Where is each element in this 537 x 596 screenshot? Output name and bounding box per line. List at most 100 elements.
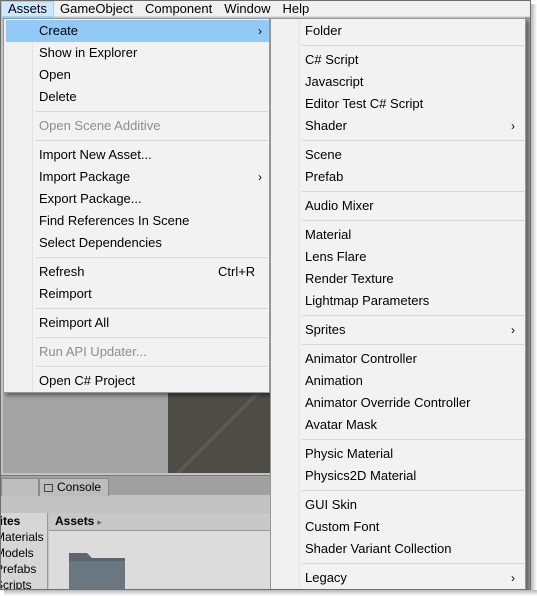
menu-item-find-references[interactable]: Find References In Scene [6, 210, 269, 232]
menu-item-label: Shader Variant Collection [305, 541, 452, 556]
menu-item-label: Import Package [39, 169, 131, 184]
project-tree-item-prefabs[interactable]: Prefabs [1, 561, 47, 577]
menu-item-delete[interactable]: Delete [6, 86, 269, 108]
create-item-shader-variant-collection[interactable]: Shader Variant Collection [273, 538, 525, 560]
menu-item-label: Refresh [39, 264, 85, 279]
create-item-legacy[interactable]: Legacy › [273, 567, 525, 589]
menu-item-select-dependencies[interactable]: Select Dependencies [6, 232, 269, 254]
create-item-avatar-mask[interactable]: Avatar Mask [273, 414, 525, 436]
menu-item-label: Animation [305, 373, 363, 388]
menu-item-refresh[interactable]: Refresh Ctrl+R [6, 261, 269, 283]
menu-item-reimport-all[interactable]: Reimport All [6, 312, 269, 334]
create-item-folder[interactable]: Folder [273, 20, 525, 42]
create-item-prefab[interactable]: Prefab [273, 166, 525, 188]
menu-item-open[interactable]: Open [6, 64, 269, 86]
create-item-audio-mixer[interactable]: Audio Mixer [273, 195, 525, 217]
menu-item-label: Show in Explorer [39, 45, 138, 60]
menu-item-label: Animator Controller [305, 351, 417, 366]
breadcrumb-arrow-icon: ▸ [97, 517, 102, 527]
menu-gameobject[interactable]: GameObject [54, 1, 139, 17]
menu-item-label: GUI Skin [305, 497, 358, 512]
create-item-lightmap-parameters[interactable]: Lightmap Parameters [273, 290, 525, 312]
submenu-arrow-icon: › [511, 119, 515, 133]
project-tree-item[interactable]: rites [1, 513, 47, 529]
submenu-arrow-icon: › [511, 571, 515, 585]
window-shadow [4, 590, 537, 596]
create-item-animator-controller[interactable]: Animator Controller [273, 348, 525, 370]
create-item-physic-material[interactable]: Physic Material [273, 443, 525, 465]
menu-separator [36, 337, 268, 338]
tab-console-label: Console [57, 480, 102, 494]
menu-item-label: Run API Updater... [39, 344, 147, 359]
assets-grid [49, 531, 270, 590]
menu-item-create[interactable]: Create › [6, 20, 269, 42]
menu-separator [302, 220, 524, 221]
scene-view[interactable] [168, 391, 270, 473]
assets-breadcrumb: Assets ▸ [49, 513, 270, 531]
menu-item-label: Delete [39, 89, 77, 104]
window-shadow [531, 4, 537, 596]
menu-item-open-csharp-project[interactable]: Open C# Project [6, 370, 269, 392]
menu-item-label: Animator Override Controller [305, 395, 471, 410]
create-item-lens-flare[interactable]: Lens Flare [273, 246, 525, 268]
folder-icon[interactable] [67, 545, 127, 590]
menu-item-label: Reimport All [39, 315, 110, 330]
menu-item-label: Reimport [39, 286, 92, 301]
menu-component[interactable]: Component [139, 1, 218, 17]
create-item-render-texture[interactable]: Render Texture [273, 268, 525, 290]
menu-separator [302, 315, 524, 316]
create-item-material[interactable]: Material [273, 224, 525, 246]
menu-item-label: Render Texture [305, 271, 394, 286]
menu-assets[interactable]: Assets [1, 1, 55, 17]
create-item-custom-font[interactable]: Custom Font [273, 516, 525, 538]
assets-breadcrumb-label[interactable]: Assets [55, 514, 94, 528]
assets-menu: Create › Show in Explorer Open Delete Op… [3, 18, 270, 393]
menu-item-label: Avatar Mask [305, 417, 378, 432]
project-tree-item-materials[interactable]: Materials [1, 529, 47, 545]
menu-item-label: Folder [305, 23, 342, 38]
submenu-arrow-icon: › [258, 170, 262, 184]
menu-item-import-new-asset[interactable]: Import New Asset... [6, 144, 269, 166]
menu-separator [36, 366, 268, 367]
menu-window[interactable]: Window [218, 1, 276, 17]
create-item-editor-test-script[interactable]: Editor Test C# Script [273, 93, 525, 115]
menu-item-shortcut: Ctrl+R [218, 264, 256, 279]
create-item-animator-override-controller[interactable]: Animator Override Controller [273, 392, 525, 414]
project-tree-item-scripts[interactable]: Scripts [1, 577, 47, 589]
menu-item-export-package[interactable]: Export Package... [6, 188, 269, 210]
create-item-physics2d-material[interactable]: Physics2D Material [273, 465, 525, 487]
menu-help[interactable]: Help [276, 1, 315, 17]
menu-item-run-api-updater: Run API Updater... [6, 341, 269, 363]
menu-item-label: Select Dependencies [39, 235, 162, 250]
menu-item-label: Open [39, 67, 71, 82]
menu-item-show-in-explorer[interactable]: Show in Explorer [6, 42, 269, 64]
tab-project[interactable] [1, 478, 39, 496]
create-item-sprites[interactable]: Sprites › [273, 319, 525, 341]
menu-item-label: Export Package... [39, 191, 142, 206]
menu-item-label: Prefab [305, 169, 344, 184]
menu-item-label: Find References In Scene [39, 213, 190, 228]
create-item-csharp-script[interactable]: C# Script [273, 49, 525, 71]
submenu-arrow-icon: › [511, 323, 515, 337]
hierarchy-panel [3, 391, 168, 473]
menu-item-label: Physic Material [305, 446, 394, 461]
menu-item-label: Physics2D Material [305, 468, 417, 483]
create-item-shader[interactable]: Shader › [273, 115, 525, 137]
create-item-scene[interactable]: Scene [273, 144, 525, 166]
menu-item-label: Lightmap Parameters [305, 293, 430, 308]
menu-item-label: Editor Test C# Script [305, 96, 424, 111]
menu-item-reimport[interactable]: Reimport [6, 283, 269, 305]
create-item-animation[interactable]: Animation [273, 370, 525, 392]
project-tree: rites Materials Models Prefabs Scripts [1, 513, 48, 589]
tab-console[interactable]: Console [39, 478, 109, 496]
create-item-gui-skin[interactable]: GUI Skin [273, 494, 525, 516]
menu-separator [302, 191, 524, 192]
submenu-arrow-icon: › [258, 24, 262, 38]
create-item-javascript[interactable]: Javascript [273, 71, 525, 93]
menu-separator [302, 439, 524, 440]
menu-item-import-package[interactable]: Import Package › [6, 166, 269, 188]
menu-separator [36, 257, 268, 258]
menu-item-label: Sprites [305, 322, 346, 337]
project-tree-item-models[interactable]: Models [1, 545, 47, 561]
menu-item-create-label: Create [39, 23, 79, 38]
